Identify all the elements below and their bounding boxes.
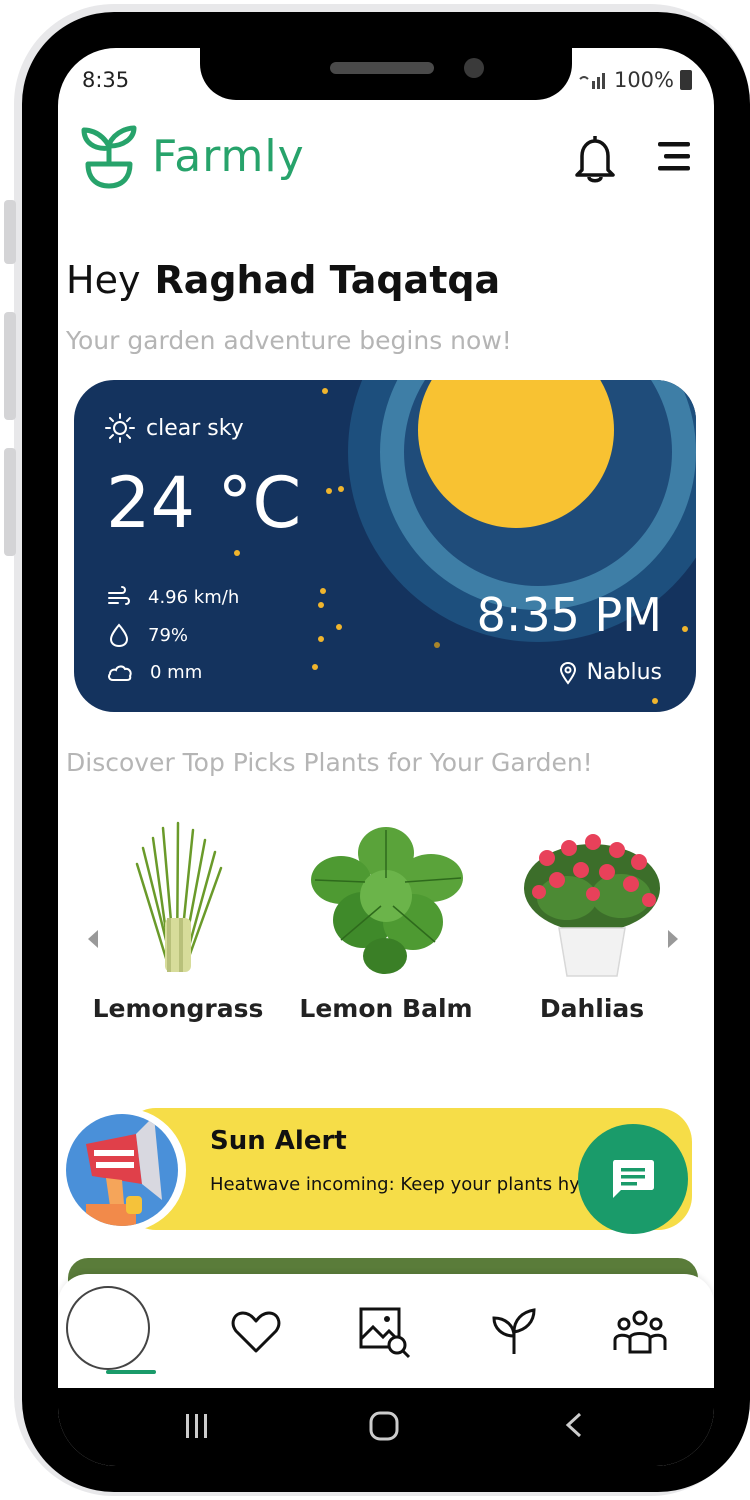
dahlias-image [524,834,660,977]
notch [200,48,572,100]
chat-button[interactable] [578,1124,688,1234]
status-indicators: 100% [578,68,692,92]
weather-time: 8:35 PM [476,588,662,642]
sparkle-dot [320,588,326,594]
nav-community[interactable] [612,1304,668,1360]
weather-condition: clear sky [104,412,244,444]
weather-card[interactable]: clear sky 24 °C 4.96 km/h 79% 0 mm 8:35 … [74,380,696,712]
sparkle-dot [326,488,332,494]
location-name: Nablus [586,660,662,685]
plant-name: Lemon Balm [299,994,473,1023]
notification-bell-icon[interactable] [570,132,620,184]
sparkle-dot [338,486,344,492]
precipitation-value: 0 mm [150,661,203,683]
battery-level: 100% [613,68,674,92]
lemongrass-image [135,821,223,972]
sparkle-dot [312,664,318,670]
plant-icon [492,1308,536,1354]
nav-plants[interactable] [486,1304,542,1360]
wind-value: 4.96 km/h [148,586,240,608]
sparkle-dot [652,698,658,704]
alert-title: Sun Alert [210,1126,347,1156]
weather-location: Nablus [559,660,662,685]
image-search-icon [359,1307,411,1359]
wind-icon [108,586,130,605]
sparkle-dot [234,550,240,556]
megaphone-icon [86,1116,162,1226]
system-navigation-bar [58,1388,714,1466]
back-icon[interactable] [560,1410,590,1448]
sun-icon [105,413,135,443]
signal-icon [579,73,605,89]
sparkle-dot [336,624,342,630]
droplet-icon [109,623,129,648]
menu-icon[interactable] [654,140,694,174]
sparkle-dot [322,388,328,394]
alert-message: Heatwave incoming: Keep your plants hydr… [210,1174,590,1195]
sparkle-dot [318,636,324,642]
app-logo[interactable]: Farmly [80,122,305,190]
phone-volume-up [4,312,16,420]
location-pin-icon [559,661,576,685]
chat-icon [613,1160,654,1198]
discover-heading: Discover Top Picks Plants for Your Garde… [66,748,593,777]
lemon-balm-image [311,827,463,974]
cloud-icon [108,665,132,681]
plant-carousel: Lemongrass Lemon Balm Dahlias [58,818,714,1058]
speaker [330,62,434,74]
greeting-hey: Hey [66,258,141,302]
screen: 8:35 100% Farmly HeyRaghad Taqatqa Your [58,48,714,1466]
weather-condition-label: clear sky [146,415,244,441]
phone-volume-down [4,448,16,556]
weather-precipitation: 0 mm [106,660,202,684]
weather-humidity: 79% [106,622,188,648]
plant-name: Lemongrass [92,994,264,1023]
recents-icon[interactable] [182,1410,212,1448]
battery-icon [680,70,692,90]
bottom-navigation [58,1274,714,1392]
plant-card-lemon-balm[interactable]: Lemon Balm [296,818,476,1023]
plant-card-dahlias[interactable]: Dahlias [502,818,682,1023]
greeting: Hey Raghad Taqatqa [66,258,500,302]
user-name: Raghad Taqatqa [154,258,501,302]
community-icon [613,1310,667,1354]
home-icon[interactable] [66,1286,150,1370]
camera [464,58,484,78]
heart-icon [231,1311,281,1353]
weather-wind: 4.96 km/h [106,584,239,610]
phone-side-button [4,200,16,264]
weather-temperature: 24 °C [106,462,302,544]
active-tab-indicator [106,1370,156,1374]
nav-favorites[interactable] [228,1304,284,1360]
status-time: 8:35 [82,68,130,92]
alert-icon-circle [62,1108,186,1232]
app-name: Farmly [152,130,305,182]
sprout-logo-icon [81,125,137,189]
plant-card-lemongrass[interactable]: Lemongrass [88,818,268,1023]
sparkle-dot [434,642,440,648]
greeting-subtitle: Your garden adventure begins now! [66,326,512,355]
sparkle-dot [318,602,324,608]
humidity-value: 79% [148,624,189,646]
plant-name: Dahlias [539,994,645,1023]
nav-image-search[interactable] [356,1304,412,1360]
sparkle-dot [682,626,688,632]
home-system-icon[interactable] [368,1410,400,1450]
